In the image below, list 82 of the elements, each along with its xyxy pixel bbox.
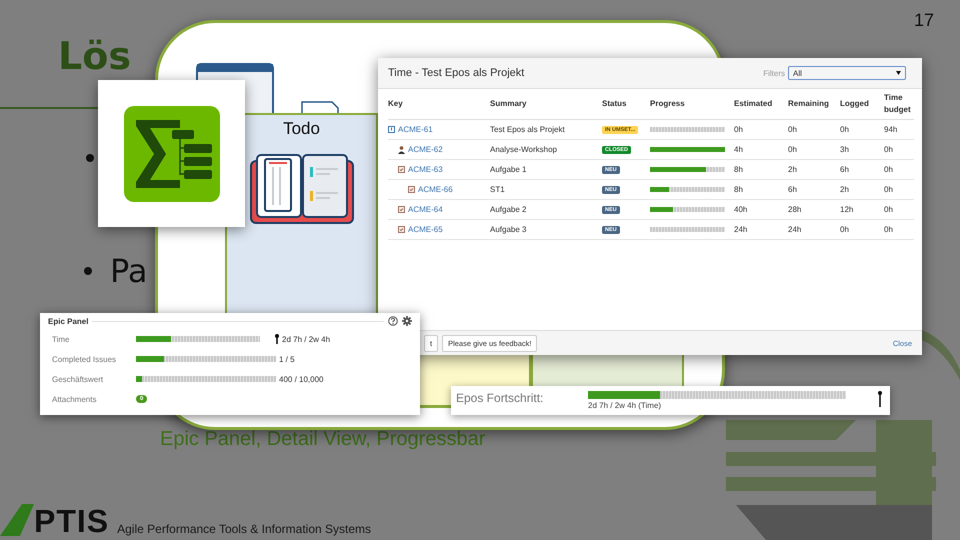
pin-marker-icon [878, 391, 882, 407]
budget-cell-text: 0h [884, 165, 894, 174]
sigma-table-icon [122, 104, 222, 204]
progress-caption: 2d 7h / 2w 4h (Time) [588, 401, 662, 410]
filter-select[interactable]: All [788, 66, 906, 80]
task-icon [398, 206, 405, 213]
page-number: 17 [914, 10, 934, 31]
budget-cell-text: 0h [884, 185, 894, 194]
panel-row-label: Completed Issues [52, 354, 118, 364]
bullet-text: Pa [110, 252, 148, 290]
filter-label: Filters [763, 68, 785, 78]
logo-slash-icon [0, 504, 34, 536]
column-header: Summary [490, 98, 528, 110]
summary-cell-text: Aufgabe 1 [490, 165, 528, 174]
column-header: Status [602, 98, 628, 110]
person-icon [398, 146, 405, 154]
logged-cell-text: 0h [840, 225, 850, 234]
estimated-cell-text: 8h [734, 165, 744, 174]
remaining-cell-text: 0h [788, 125, 798, 134]
column-header: Estimated [734, 98, 774, 110]
task-icon [408, 186, 415, 193]
budget-cell-text: 0h [884, 145, 894, 154]
document-icon [301, 101, 339, 113]
summary-cell-text: Aufgabe 3 [490, 225, 528, 234]
bullet-dot [86, 154, 94, 162]
progress-reading: 400 / 10,000 [279, 374, 324, 384]
issue-key-link[interactable]: ACME-66 [418, 185, 453, 194]
column-header: Time budget [884, 92, 912, 116]
summary-cell-text: Test Epos als Projekt [490, 125, 566, 134]
logged-cell-text: 0h [840, 125, 850, 134]
progress-reading: 2d 7h / 2w 4h [282, 334, 330, 344]
logged-cell-text: 2h [840, 185, 850, 194]
issue-key-link[interactable]: ACME-63 [408, 165, 443, 174]
summary-cell-text: Aufgabe 2 [490, 205, 528, 214]
settings-icon[interactable] [402, 316, 412, 326]
progress-label: Epos Fortschritt: [456, 391, 544, 405]
column-header: Logged [840, 98, 870, 110]
logged-cell-text: 6h [840, 165, 850, 174]
estimated-cell-text: 40h [734, 205, 748, 214]
summary-cell-text: Analyse-Workshop [490, 145, 558, 154]
estimated-cell-text: 0h [734, 125, 744, 134]
estimated-cell-text: 24h [734, 225, 748, 234]
column-header: Key [388, 98, 404, 110]
epic-icon [388, 126, 395, 133]
slide-title: Lös [58, 34, 131, 78]
panel-row-label: Geschäftswert [52, 374, 104, 384]
bullet-dot [84, 267, 92, 275]
logged-cell-text: 12h [840, 205, 854, 214]
dialog-title: Time - Test Epos als Projekt [388, 67, 526, 79]
budget-cell-text: 94h [884, 125, 898, 134]
caret-icon [896, 71, 901, 75]
issue-key-link[interactable]: ACME-61 [398, 125, 433, 134]
sub-bullet-text: Epic Panel, Detail View, Progressbar [160, 428, 486, 451]
task-icon [398, 166, 405, 173]
column-header: Progress [650, 98, 686, 110]
footer-tagline: Agile Performance Tools & Information Systems [117, 522, 372, 536]
pin-marker-icon [275, 334, 279, 344]
help-icon[interactable] [388, 316, 398, 326]
column-title: Todo [283, 119, 320, 139]
remaining-cell-text: 2h [788, 165, 798, 174]
progress-reading: 1 / 5 [279, 354, 295, 364]
panel-row-label: Attachments [52, 394, 98, 404]
issue-key-link[interactable]: ACME-64 [408, 205, 443, 214]
remaining-cell-text: 6h [788, 185, 798, 194]
summary-cell-text: ST1 [490, 185, 506, 194]
issue-key-link[interactable]: ACME-65 [408, 225, 443, 234]
open-book-icon [248, 153, 354, 225]
remaining-cell-text: 24h [788, 225, 802, 234]
logged-cell-text: 3h [840, 145, 850, 154]
column-header: Remaining [788, 98, 830, 110]
issue-key-link[interactable]: ACME-62 [408, 145, 443, 154]
budget-cell-text: 0h [884, 205, 894, 214]
logo-arc-drawing [922, 330, 960, 380]
panel-title: Epic Panel [48, 316, 88, 326]
logo-text: PTIS [34, 506, 110, 536]
task-icon [398, 226, 405, 233]
panel-row-label: Time [52, 334, 70, 344]
estimated-cell-text: 4h [734, 145, 744, 154]
estimated-cell-text: 8h [734, 185, 744, 194]
remaining-cell-text: 28h [788, 205, 802, 214]
budget-cell-text: 0h [884, 225, 894, 234]
remaining-cell-text: 0h [788, 145, 798, 154]
